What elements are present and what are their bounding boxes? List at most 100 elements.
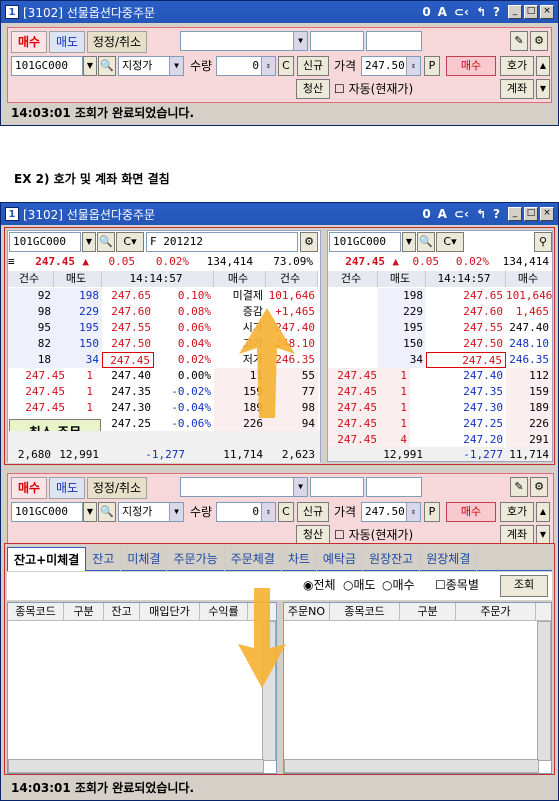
eraser-icon[interactable]: ✎: [510, 477, 528, 497]
history-icon[interactable]: C▾: [116, 232, 144, 252]
tab-1[interactable]: 잔고+미체결: [7, 547, 87, 571]
spin-icon[interactable]: ⇕: [261, 57, 275, 75]
link-icon[interactable]: ⊂‹: [454, 5, 469, 19]
tab-modify-cancel[interactable]: 정정/취소: [87, 477, 147, 499]
spin-icon[interactable]: ⇕: [261, 503, 275, 521]
tab-4[interactable]: 주문가능: [167, 547, 225, 571]
radio-icon[interactable]: ○: [343, 578, 353, 592]
h-scrollbar[interactable]: [8, 759, 264, 773]
account-password[interactable]: [310, 31, 364, 51]
tool-0-icon[interactable]: 0: [422, 207, 430, 221]
tab-3[interactable]: 미체결: [121, 547, 168, 571]
link-icon[interactable]: ⚲: [534, 232, 552, 252]
code-dropdown-button[interactable]: ▼: [83, 56, 97, 76]
qty-input[interactable]: 0 ⇕: [216, 56, 276, 76]
help-icon[interactable]: ?: [493, 5, 500, 19]
by-item-checkbox[interactable]: ☐종목별: [435, 575, 479, 595]
checkbox-icon[interactable]: ☐: [334, 82, 345, 96]
scroll-down-button[interactable]: ▼: [536, 525, 550, 545]
search-icon[interactable]: 🔍: [98, 56, 116, 76]
order-type-select[interactable]: 지정가 ▼: [118, 56, 184, 76]
scroll-up-button[interactable]: ▲: [536, 502, 550, 522]
pin-icon[interactable]: ↰: [476, 207, 486, 221]
price-p-button[interactable]: P: [424, 502, 440, 522]
account-button[interactable]: 계좌: [500, 525, 534, 545]
auto-price-checkbox[interactable]: ☐ 자동(현재가): [334, 525, 413, 545]
gear-icon[interactable]: ⚙: [530, 31, 548, 51]
filter-buy-radio[interactable]: ○매수: [382, 575, 415, 595]
maximize-button[interactable]: □: [524, 5, 538, 19]
code-dropdown-button[interactable]: ▼: [83, 502, 97, 522]
radio-icon[interactable]: ○: [382, 578, 392, 592]
scroll-down-button[interactable]: ▼: [536, 79, 550, 99]
minimize-button[interactable]: _: [508, 5, 522, 19]
tool-a-icon[interactable]: A: [438, 5, 447, 19]
account-button[interactable]: 계좌: [500, 79, 534, 99]
eraser-icon[interactable]: ✎: [510, 31, 528, 51]
tab-buy[interactable]: 매수: [11, 477, 47, 499]
price-input[interactable]: 247.50 ⇕: [361, 56, 421, 76]
tab-7[interactable]: 예탁금: [317, 547, 364, 571]
gear-icon[interactable]: ⚙: [300, 232, 318, 252]
price-p-button[interactable]: P: [424, 56, 440, 76]
help-icon[interactable]: ?: [493, 207, 500, 221]
spin-icon[interactable]: ⇕: [406, 57, 420, 75]
close-button[interactable]: ×: [540, 207, 554, 221]
qty-input[interactable]: 0 ⇕: [216, 502, 276, 522]
account-dropdown[interactable]: ▼: [180, 31, 308, 51]
price-input[interactable]: 247.50 ⇕: [361, 502, 421, 522]
buy-submit-button[interactable]: 매수: [446, 502, 496, 522]
quote-button[interactable]: 호가: [500, 502, 534, 522]
order-type-select[interactable]: 지정가 ▼: [118, 502, 184, 522]
tab-6[interactable]: 차트: [282, 547, 317, 571]
tab-modify-cancel[interactable]: 정정/취소: [87, 31, 147, 53]
settle-button[interactable]: 청산: [296, 79, 330, 99]
checkbox-icon[interactable]: ☐: [334, 528, 345, 542]
qty-clear-button[interactable]: C: [278, 56, 294, 76]
radio-checked-icon[interactable]: ◉: [303, 578, 313, 592]
auto-price-checkbox[interactable]: ☐ 자동(현재가): [334, 79, 413, 99]
tab-8[interactable]: 원장잔고: [363, 547, 421, 571]
tool-0-icon[interactable]: 0: [422, 5, 430, 19]
pin-icon[interactable]: ↰: [476, 5, 486, 19]
settle-button[interactable]: 청산: [296, 525, 330, 545]
code-input[interactable]: 101GC000: [11, 56, 83, 76]
search-icon[interactable]: 🔍: [417, 232, 435, 252]
maximize-button[interactable]: □: [524, 207, 538, 221]
spin-icon[interactable]: ⇕: [406, 503, 420, 521]
scroll-up-button[interactable]: ▲: [536, 56, 550, 76]
link-icon[interactable]: ⊂‹: [454, 207, 469, 221]
new-order-button[interactable]: 신규: [297, 502, 329, 522]
gear-icon[interactable]: ⚙: [530, 477, 548, 497]
code-input[interactable]: 101GC000: [11, 502, 83, 522]
tab-9[interactable]: 원장체결: [420, 547, 478, 571]
code-dropdown-button[interactable]: ▼: [402, 232, 416, 252]
new-order-button[interactable]: 신규: [297, 56, 329, 76]
search-icon[interactable]: 🔍: [98, 502, 116, 522]
tab-sell[interactable]: 매도: [49, 477, 85, 499]
close-button[interactable]: ×: [540, 5, 554, 19]
tab-5[interactable]: 주문체결: [225, 547, 282, 571]
qty-clear-button[interactable]: C: [278, 502, 294, 522]
filter-all-radio[interactable]: ◉전체: [303, 575, 336, 595]
code-dropdown-button[interactable]: ▼: [82, 232, 96, 252]
code-input[interactable]: 101GC000: [329, 232, 401, 252]
tab-sell[interactable]: 매도: [49, 31, 85, 53]
buy-submit-button[interactable]: 매수: [446, 56, 496, 76]
account-dropdown[interactable]: ▼: [180, 477, 308, 497]
tool-a-icon[interactable]: A: [438, 207, 447, 221]
query-button[interactable]: 조회: [500, 575, 548, 597]
h-scrollbar[interactable]: [284, 759, 539, 773]
account-password[interactable]: [310, 477, 364, 497]
scrollbar[interactable]: [537, 621, 551, 761]
checkbox-icon[interactable]: ☐: [435, 578, 446, 592]
code-input[interactable]: 101GC000: [9, 232, 81, 252]
history-icon[interactable]: C▾: [436, 232, 464, 252]
tab-2[interactable]: 잔고: [86, 547, 122, 571]
search-icon[interactable]: 🔍: [97, 232, 115, 252]
tab-buy[interactable]: 매수: [11, 31, 47, 53]
menu-icon[interactable]: ≡: [8, 254, 24, 270]
filter-sell-radio[interactable]: ○매도: [343, 575, 376, 595]
quote-button[interactable]: 호가: [500, 56, 534, 76]
minimize-button[interactable]: _: [508, 207, 522, 221]
